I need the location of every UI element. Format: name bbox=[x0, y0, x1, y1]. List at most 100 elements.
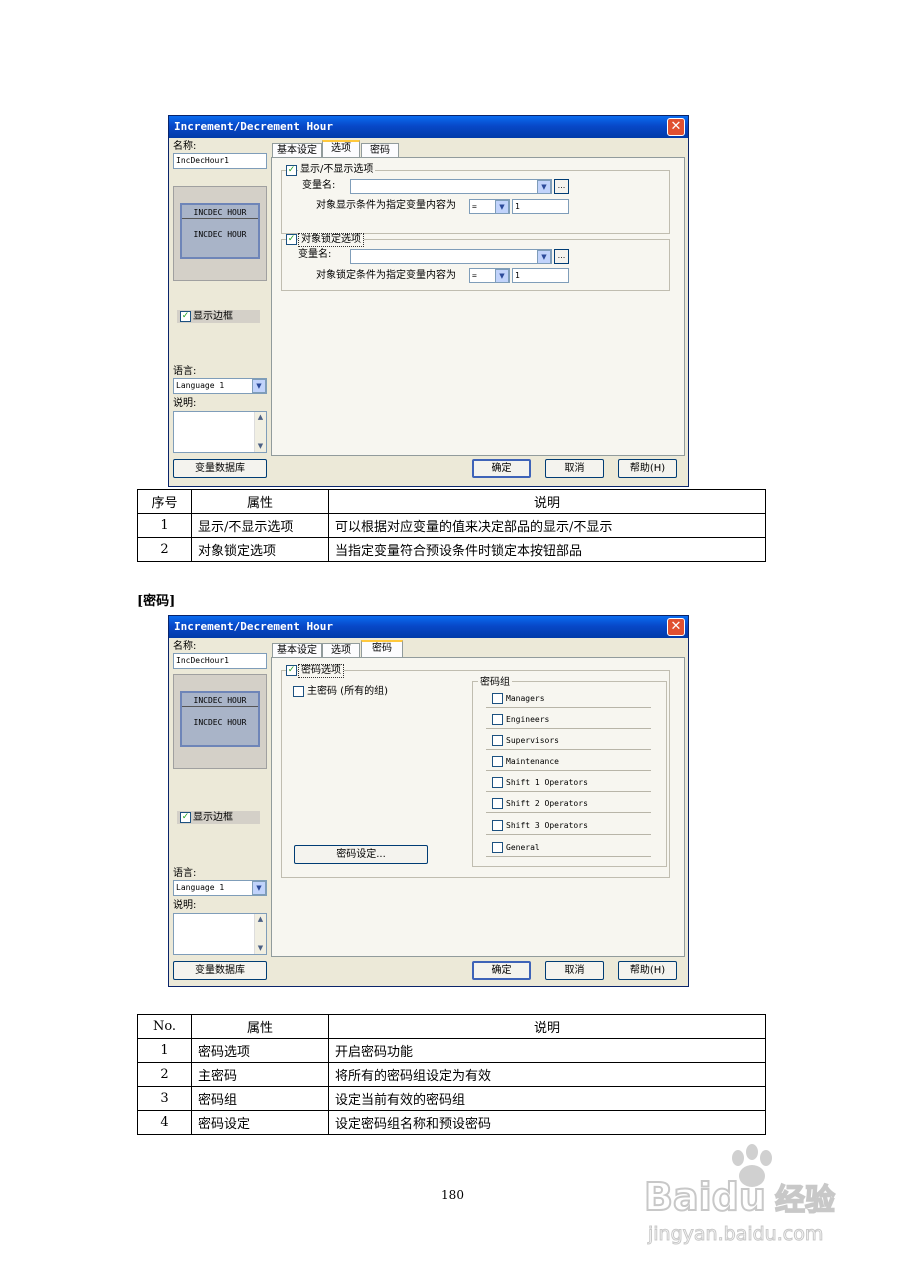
group-row-shift2[interactable]: Shift 2 Operators bbox=[486, 795, 651, 813]
notes-textarea[interactable]: ▲ ▼ bbox=[173, 411, 267, 453]
row-description: 可以根据对应变量的值来决定部品的显示/不显示 bbox=[328, 513, 766, 538]
watermark-url: jingyan.baidu.com bbox=[647, 1223, 823, 1245]
notes-scrollbar[interactable]: ▲ ▼ bbox=[254, 914, 266, 954]
header-description: 说明 bbox=[328, 489, 766, 514]
row-index: 1 bbox=[137, 513, 192, 538]
show-border-checkbox[interactable]: ✓ bbox=[180, 812, 191, 823]
header-property: 属性 bbox=[191, 1014, 329, 1039]
scroll-up-icon[interactable]: ▲ bbox=[255, 914, 266, 925]
language-label: 语言: bbox=[173, 868, 197, 879]
var-name-select-1[interactable] bbox=[350, 179, 552, 194]
tab-password[interactable]: 密码 bbox=[361, 640, 403, 657]
chevron-down-icon[interactable]: ▼ bbox=[537, 250, 551, 264]
master-password-checkbox[interactable] bbox=[293, 686, 304, 697]
ok-button[interactable]: 确定 bbox=[472, 961, 531, 980]
table-row: 4 密码设定 设定密码组名称和预设密码 bbox=[137, 1110, 766, 1135]
preview-panel: INCDEC HOUR INCDEC HOUR bbox=[173, 674, 267, 769]
notes-textarea[interactable]: ▲ ▼ bbox=[173, 913, 267, 955]
group-row-general[interactable]: General bbox=[486, 839, 651, 857]
var-db-button[interactable]: 变量数据库 bbox=[173, 961, 267, 980]
password-option-checkbox[interactable]: ✓ bbox=[286, 665, 297, 676]
group-checkbox[interactable] bbox=[492, 777, 503, 788]
value-input-1[interactable]: 1 bbox=[512, 199, 569, 214]
group-row-engineers[interactable]: Engineers bbox=[486, 711, 651, 729]
name-input[interactable]: IncDecHour1 bbox=[173, 653, 267, 669]
group-label: Shift 2 Operators bbox=[506, 799, 588, 808]
tab-options[interactable]: 选项 bbox=[322, 140, 360, 157]
button-preview: INCDEC HOUR INCDEC HOUR bbox=[180, 203, 260, 259]
header-index: 序号 bbox=[137, 489, 192, 514]
group-row-shift3[interactable]: Shift 3 Operators bbox=[486, 817, 651, 835]
chevron-down-icon[interactable]: ▼ bbox=[252, 379, 266, 393]
show-hide-checkbox[interactable]: ✓ bbox=[286, 165, 297, 176]
name-label: 名称: bbox=[173, 141, 197, 152]
preview-panel: INCDEC HOUR INCDEC HOUR bbox=[173, 186, 267, 281]
group-checkbox[interactable] bbox=[492, 842, 503, 853]
row-description: 设定当前有效的密码组 bbox=[328, 1086, 766, 1111]
tab-basic[interactable]: 基本设定 bbox=[272, 143, 322, 158]
group-row-maintenance[interactable]: Maintenance bbox=[486, 753, 651, 771]
password-group-box: Managers Engineers Supervisors Maintenan… bbox=[472, 681, 667, 867]
button-preview: INCDEC HOUR INCDEC HOUR bbox=[180, 691, 260, 747]
notes-label: 说明: bbox=[173, 900, 197, 911]
password-panel: ✓ 密码选项 主密码 (所有的组) Managers Engineers Sup… bbox=[271, 657, 685, 957]
notes-label: 说明: bbox=[173, 398, 197, 409]
var-name-label-2: 变量名: bbox=[298, 249, 332, 260]
group-row-managers[interactable]: Managers bbox=[486, 690, 651, 708]
cancel-button[interactable]: 取消 bbox=[545, 459, 604, 478]
ok-button[interactable]: 确定 bbox=[472, 459, 531, 478]
table-row: 2 主密码 将所有的密码组设定为有效 bbox=[137, 1062, 766, 1087]
name-label: 名称: bbox=[173, 641, 197, 652]
scroll-down-icon[interactable]: ▼ bbox=[255, 943, 266, 954]
var-db-button[interactable]: 变量数据库 bbox=[173, 459, 267, 478]
show-border-label: 显示边框 bbox=[193, 812, 233, 823]
tab-options[interactable]: 选项 bbox=[322, 643, 360, 658]
cancel-button[interactable]: 取消 bbox=[545, 961, 604, 980]
preview-text: INCDEC HOUR bbox=[193, 230, 247, 239]
close-icon[interactable]: ✕ bbox=[667, 618, 685, 636]
value-input-2[interactable]: 1 bbox=[512, 268, 569, 283]
password-setup-button[interactable]: 密码设定... bbox=[294, 845, 428, 864]
browse-button-1[interactable]: ... bbox=[554, 179, 569, 194]
group-checkbox[interactable] bbox=[492, 735, 503, 746]
show-border-checkbox[interactable]: ✓ bbox=[180, 311, 191, 322]
group-checkbox[interactable] bbox=[492, 820, 503, 831]
scroll-down-icon[interactable]: ▼ bbox=[255, 441, 266, 452]
close-icon[interactable]: ✕ bbox=[667, 118, 685, 136]
notes-scrollbar[interactable]: ▲ ▼ bbox=[254, 412, 266, 452]
browse-button-2[interactable]: ... bbox=[554, 249, 569, 264]
tab-password[interactable]: 密码 bbox=[361, 143, 399, 158]
dialog-options: Increment/Decrement Hour ✕ 名称: IncDecHou… bbox=[168, 115, 689, 487]
group-checkbox[interactable] bbox=[492, 714, 503, 725]
var-name-select-2[interactable] bbox=[350, 249, 552, 264]
master-password-label: 主密码 (所有的组) bbox=[307, 686, 388, 697]
section-heading: [密码] bbox=[137, 594, 176, 609]
baidu-watermark: Baidu 经验 jingyan.baidu.com bbox=[643, 1144, 836, 1246]
condition-label-2: 对象锁定条件为指定变量内容为 bbox=[316, 270, 456, 281]
group-row-shift1[interactable]: Shift 1 Operators bbox=[486, 774, 651, 792]
tab-basic[interactable]: 基本设定 bbox=[272, 643, 322, 658]
table-header: 序号 属性 说明 bbox=[137, 489, 766, 514]
group-checkbox[interactable] bbox=[492, 693, 503, 704]
group-checkbox[interactable] bbox=[492, 798, 503, 809]
chevron-down-icon[interactable]: ▼ bbox=[495, 200, 509, 214]
watermark-suffix: 经验 bbox=[775, 1183, 835, 1218]
chevron-down-icon[interactable]: ▼ bbox=[537, 180, 551, 194]
group-row-supervisors[interactable]: Supervisors bbox=[486, 732, 651, 750]
row-index: 1 bbox=[137, 1038, 192, 1063]
preview-caption: INCDEC HOUR bbox=[182, 207, 258, 219]
help-button[interactable]: 帮助(H) bbox=[618, 961, 677, 980]
table-row: 1 显示/不显示选项 可以根据对应变量的值来决定部品的显示/不显示 bbox=[137, 513, 766, 538]
watermark-brand: Baidu bbox=[644, 1175, 766, 1219]
password-group-label: 密码组 bbox=[478, 677, 512, 689]
help-button[interactable]: 帮助(H) bbox=[618, 459, 677, 478]
chevron-down-icon[interactable]: ▼ bbox=[252, 881, 266, 895]
dialog-title: Increment/Decrement Hour bbox=[169, 616, 688, 638]
options-property-table: 序号 属性 说明 1 显示/不显示选项 可以根据对应变量的值来决定部品的显示/不… bbox=[137, 489, 766, 562]
chevron-down-icon[interactable]: ▼ bbox=[495, 269, 509, 283]
group-checkbox[interactable] bbox=[492, 756, 503, 767]
row-description: 开启密码功能 bbox=[328, 1038, 766, 1063]
scroll-up-icon[interactable]: ▲ bbox=[255, 412, 266, 423]
lock-checkbox[interactable]: ✓ bbox=[286, 234, 297, 245]
name-input[interactable]: IncDecHour1 bbox=[173, 153, 267, 169]
